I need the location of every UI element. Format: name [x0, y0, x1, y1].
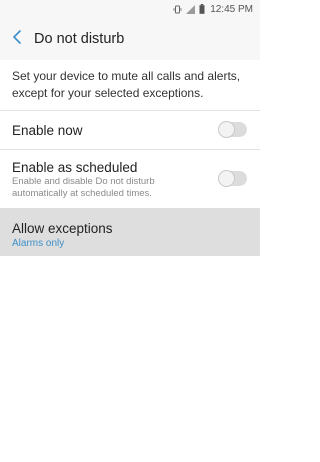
status-time: 12:45 PM: [210, 3, 253, 15]
chevron-left-icon: [12, 29, 22, 49]
enable-now-toggle[interactable]: [218, 121, 247, 138]
allow-exceptions-label: Allow exceptions: [12, 221, 113, 236]
enable-now-label: Enable now: [12, 123, 83, 138]
enable-scheduled-row[interactable]: Enable as scheduled Enable and disable D…: [0, 150, 260, 208]
toggle-knob: [218, 121, 235, 138]
enable-scheduled-description: Enable and disable Do not disturb automa…: [12, 176, 155, 199]
page-title: Do not disturb: [34, 31, 125, 47]
status-bar: 12:45 PM: [0, 0, 260, 18]
enable-scheduled-toggle[interactable]: [218, 170, 247, 187]
allow-exceptions-row[interactable]: Allow exceptions Alarms only: [0, 208, 260, 256]
enable-scheduled-label: Enable as scheduled: [12, 160, 138, 175]
intro-description: Set your device to mute all calls and al…: [12, 69, 241, 100]
allow-exceptions-value: Alarms only: [12, 238, 65, 249]
signal-icon: [186, 4, 196, 14]
app-bar: Do not disturb: [0, 18, 260, 60]
toggle-knob: [218, 170, 235, 187]
vibrate-icon: [173, 5, 182, 14]
enable-scheduled-text: Enable as scheduled Enable and disable D…: [12, 159, 212, 200]
allow-exceptions-text: Allow exceptions Alarms only: [12, 220, 113, 250]
enable-now-row[interactable]: Enable now: [0, 111, 260, 149]
back-button[interactable]: [9, 29, 25, 49]
status-icons: [173, 4, 205, 14]
battery-icon: [199, 4, 205, 14]
